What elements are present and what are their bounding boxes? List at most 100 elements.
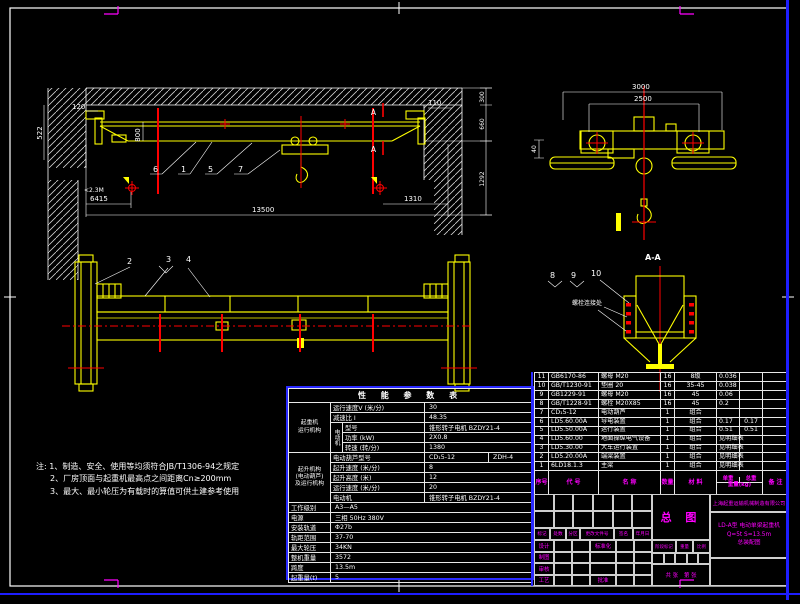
callout-1: 1 xyxy=(181,165,186,174)
part-material: 45 xyxy=(675,390,717,399)
notes-list: 注: 1、制造、安全、使用等均须符合JB/T1306-94之规定2、厂房顶面与起… xyxy=(36,461,294,498)
title-block: 标记 处数 分区 更改文件号 签名 年月日 设计 标准化 制图 审核 工艺 批准… xyxy=(534,494,788,586)
label-date: 年月日 xyxy=(633,528,652,540)
header-no: 序号 xyxy=(535,471,549,495)
parts-list-table: 11 GB6170-86 螺母 M20 16 8级 0.036 10 GB/T1… xyxy=(534,372,789,495)
parts-row: 8 GB/T1228-91 螺栓 M20X85 16 45 0.2 xyxy=(535,399,789,408)
part-no: 11 xyxy=(535,373,549,382)
part-no: 5 xyxy=(535,426,549,435)
dim-span: 13500 xyxy=(252,206,274,214)
end-pendant xyxy=(616,213,621,231)
drawing-title: 总 图 xyxy=(652,494,710,540)
perf-value: 13.5m xyxy=(331,563,533,573)
parts-header-row: 序号 代 号 名 称 数量 材 料 单重 总重 重量(kg) 备 注 xyxy=(535,471,789,495)
part-remark xyxy=(763,435,789,444)
part-code: GB/T1228-91 xyxy=(549,399,599,408)
part-unit-weight: 0.51 xyxy=(717,426,740,435)
front-dim-text: 13500 6415 <2.3M 1310 120 110 800 522 30… xyxy=(36,91,486,214)
label-doc-no: 更改文件号 xyxy=(580,528,614,540)
header-weight-unit: 重量(kg) xyxy=(717,483,762,488)
part-qty: 1 xyxy=(661,417,675,426)
part-unit-weight: 见明细表 xyxy=(717,444,740,453)
perf-param: 电源 xyxy=(289,513,331,523)
part-name: 运行装置 xyxy=(599,426,661,435)
perf-value: 8 xyxy=(425,463,533,473)
section-letter-bottom: A xyxy=(371,145,377,154)
end-view: 3000 2500 40 xyxy=(531,83,736,240)
part-name: 螺母 M20 xyxy=(599,373,661,382)
blue-accent-left xyxy=(531,372,533,586)
front-target-flags xyxy=(123,177,377,184)
part-unit-weight: 0.038 xyxy=(717,381,740,390)
perf-param: 减速比 I xyxy=(331,413,425,423)
company-name: 上海起重运输机械制造有限公司 xyxy=(710,494,788,512)
perf-param: 转速 (转/分) xyxy=(343,443,425,453)
part-code: LD5.60.00A xyxy=(549,417,599,426)
header-qty: 数量 xyxy=(661,471,675,495)
front-centerlines xyxy=(125,103,387,195)
blue-accent-bottom xyxy=(0,593,800,595)
perf-param: 运行速度V (米/分) xyxy=(331,403,425,413)
part-name: 螺栓 M20X85 xyxy=(599,399,661,408)
parts-row: 10 GB/T1230-91 垫圈 20 16 35-45 0.038 xyxy=(535,381,789,390)
perf-param: 电动机 xyxy=(331,493,425,503)
part-unit-weight: 0.17 xyxy=(717,417,740,426)
part-no: 8 xyxy=(535,399,549,408)
label-scale: 比例 xyxy=(693,540,710,553)
part-material: 组合 xyxy=(675,417,717,426)
part-material: 组合 xyxy=(675,462,717,471)
parts-row: 2 LD5.20.00A 端梁装置 1 组合 见明细表 xyxy=(535,453,789,462)
label-sign: 签名 xyxy=(614,528,633,540)
part-material: 组合 xyxy=(675,408,717,417)
label-count: 处数 xyxy=(550,528,566,540)
part-unit-weight xyxy=(717,408,740,417)
perf-value: 30 xyxy=(425,403,533,413)
parts-row: 5 LD5.50.00A 运行装置 1 组合 0.51 0.51 xyxy=(535,426,789,435)
perf-value2: ZDH-4 xyxy=(489,453,533,463)
part-no: 3 xyxy=(535,444,549,453)
parts-row: 4 LD5.60.00 地面操纵电气设备 1 组合 见明细表 xyxy=(535,435,789,444)
parts-list-wrap: 11 GB6170-86 螺母 M20 16 8级 0.036 10 GB/T1… xyxy=(534,372,788,495)
label-sheets: 共 张 xyxy=(666,571,679,579)
perf-param: 起升高度 (米) xyxy=(331,473,425,483)
part-no: 2 xyxy=(535,453,549,462)
part-remark xyxy=(763,426,789,435)
part-name: 端梁装置 xyxy=(599,453,661,462)
end-structure xyxy=(550,117,736,223)
header-code: 代 号 xyxy=(549,471,599,495)
label-sheet: 第 张 xyxy=(684,571,697,579)
part-name: 垫圈 20 xyxy=(599,381,661,390)
callout-4: 4 xyxy=(186,255,191,264)
part-name: 主梁 xyxy=(599,462,661,471)
section-note: 螺栓连接处 xyxy=(572,299,602,307)
part-remark xyxy=(763,399,789,408)
product-line3: 总装配图 xyxy=(737,539,760,548)
part-material: 组合 xyxy=(675,453,717,462)
product-info: LD-A型 电动单梁起重机 Q=5t S=13.5m 总装配图 xyxy=(710,512,788,558)
dim-clearance: <2.3M xyxy=(84,187,104,194)
perf-param: 整机重量 xyxy=(289,553,331,563)
label-standard: 标准化 xyxy=(590,540,616,552)
perf-param: 最大轮压 xyxy=(289,543,331,553)
part-total-weight: 0.17 xyxy=(740,417,763,426)
section-letter-top: A xyxy=(371,108,377,117)
note-line: 3、最大、最小轮压为有载时的算值可供土建参考使用 xyxy=(36,486,294,498)
part-code: 6LD18.1.3 xyxy=(549,462,599,471)
part-no: 6 xyxy=(535,417,549,426)
part-total-weight xyxy=(740,381,763,390)
part-qty: 16 xyxy=(661,373,675,382)
part-qty: 1 xyxy=(661,453,675,462)
part-no: 10 xyxy=(535,381,549,390)
part-name: 导电装置 xyxy=(599,417,661,426)
part-code: LD5.50.00A xyxy=(549,426,599,435)
signature-grid: 设计 标准化 制图 审核 工艺 批准 xyxy=(534,540,652,586)
perf-value: A3—A5 xyxy=(331,503,533,513)
perf-param: 起重量(t) xyxy=(289,573,331,583)
perf-value: 12 xyxy=(425,473,533,483)
part-no: 9 xyxy=(535,390,549,399)
product-line2: Q=5t S=13.5m xyxy=(727,531,771,540)
part-unit-weight: 0.06 xyxy=(717,390,740,399)
plan-centerlines xyxy=(62,314,477,368)
perf-param: 轨距范围 xyxy=(289,533,331,543)
perf-param: 功率 (kW) xyxy=(343,433,425,443)
